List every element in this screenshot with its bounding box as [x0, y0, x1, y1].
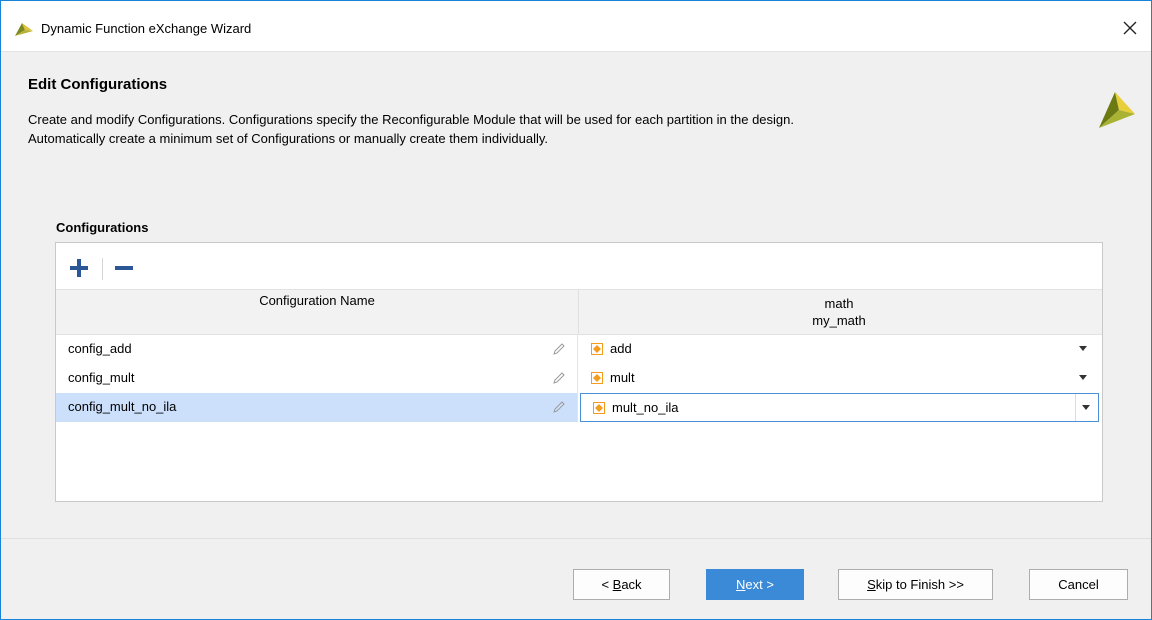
partition-cell-name: my_math — [812, 313, 866, 328]
table-row-selected[interactable]: config_mult_no_ila mult_no_ila — [56, 393, 1102, 422]
footer-divider — [1, 538, 1151, 539]
back-button[interactable]: < Back — [573, 569, 670, 600]
wizard-window: Dynamic Function eXchange Wizard Edit Co… — [0, 0, 1152, 620]
next-mnemonic: N — [736, 577, 746, 592]
chevron-down-icon[interactable] — [1079, 346, 1087, 352]
configuration-name-cell[interactable]: config_mult — [56, 364, 578, 393]
module-cell[interactable]: mult — [579, 364, 1099, 393]
table-header: Configuration Name math my_math — [56, 289, 1102, 335]
module-value: mult_no_ila — [612, 400, 679, 415]
configurations-label: Configurations — [56, 220, 149, 235]
toolbar-divider — [102, 258, 103, 280]
table-body: config_add add config_mult mult config_m… — [56, 335, 1102, 422]
table-row[interactable]: config_add add — [56, 335, 1102, 364]
column-header-configuration-name[interactable]: Configuration Name — [56, 290, 579, 334]
next-button[interactable]: Next > — [706, 569, 804, 600]
module-icon — [591, 343, 603, 355]
chevron-down-icon[interactable] — [1082, 405, 1090, 411]
back-mnemonic: B — [612, 577, 622, 592]
close-icon — [1123, 21, 1137, 35]
module-select[interactable]: add — [579, 335, 1099, 364]
configuration-name-cell[interactable]: config_mult_no_ila — [56, 393, 578, 422]
dropdown-button[interactable] — [1075, 394, 1098, 421]
back-prefix: < — [601, 577, 613, 592]
next-label: ext > — [745, 577, 774, 592]
pencil-icon[interactable] — [551, 370, 567, 386]
add-icon[interactable] — [68, 257, 90, 279]
module-icon — [591, 372, 603, 384]
configuration-name-cell[interactable]: config_add — [56, 335, 578, 364]
module-cell[interactable]: add — [579, 335, 1099, 364]
configurations-panel: Configuration Name math my_math config_a… — [55, 242, 1103, 502]
configuration-name: config_mult_no_ila — [68, 399, 177, 414]
page-title: Edit Configurations — [28, 76, 168, 93]
skip-to-finish-button[interactable]: Skip to Finish >> — [838, 569, 993, 600]
pencil-icon[interactable] — [551, 399, 567, 415]
back-label: ack — [621, 577, 642, 592]
configurations-toolbar — [56, 243, 1102, 289]
skip-label: kip to Finish >> — [875, 577, 964, 592]
remove-icon[interactable] — [113, 257, 135, 279]
table-row[interactable]: config_mult mult — [56, 364, 1102, 393]
cancel-button[interactable]: Cancel — [1029, 569, 1128, 600]
description-line-1: Create and modify Configurations. Config… — [28, 112, 794, 127]
module-select[interactable]: mult — [579, 364, 1099, 393]
configuration-name: config_mult — [68, 370, 135, 385]
title-bar: Dynamic Function eXchange Wizard — [1, 1, 1151, 52]
module-value: add — [610, 341, 632, 356]
vivado-app-icon — [15, 23, 33, 36]
configuration-name: config_add — [68, 341, 132, 356]
column-header-partition[interactable]: math my_math — [579, 290, 1099, 334]
partition-name: math — [824, 296, 854, 311]
module-cell[interactable]: mult_no_ila — [579, 393, 1099, 422]
skip-mnemonic: S — [867, 577, 876, 592]
module-value: mult — [610, 370, 635, 385]
description-line-2: Automatically create a minimum set of Co… — [28, 131, 548, 146]
window-title: Dynamic Function eXchange Wizard — [41, 21, 252, 36]
close-button[interactable] — [1115, 13, 1145, 43]
module-icon — [593, 402, 605, 414]
chevron-down-icon[interactable] — [1079, 375, 1087, 381]
page-description: Create and modify Configurations. Config… — [28, 110, 794, 148]
pencil-icon[interactable] — [551, 341, 567, 357]
vivado-logo-icon — [1099, 92, 1135, 128]
configurations-table: Configuration Name math my_math config_a… — [56, 289, 1102, 501]
module-select[interactable]: mult_no_ila — [580, 393, 1099, 422]
